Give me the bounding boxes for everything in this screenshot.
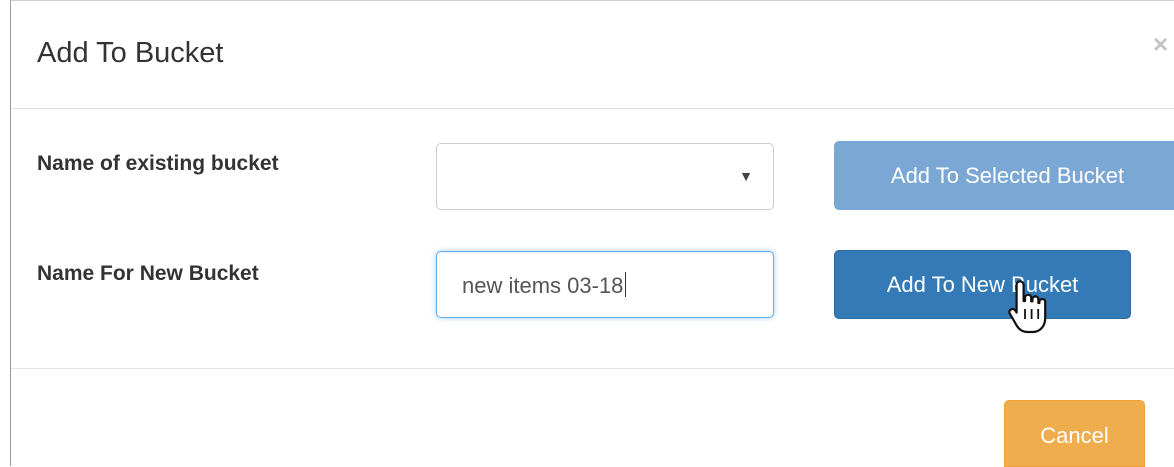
- footer-divider: [11, 368, 1174, 369]
- add-to-selected-bucket-button[interactable]: Add To Selected Bucket: [834, 141, 1174, 210]
- existing-bucket-select[interactable]: ▼: [436, 143, 774, 210]
- chevron-down-icon: ▼: [739, 168, 753, 184]
- new-bucket-name-text: new items 03-18: [462, 273, 624, 298]
- dialog-header: Add To Bucket ×: [11, 1, 1174, 109]
- dialog-title: Add To Bucket: [37, 37, 224, 69]
- new-bucket-name-value: new items 03-18: [462, 272, 627, 299]
- text-caret: [625, 272, 627, 297]
- add-to-bucket-dialog: Add To Bucket × Name of existing bucket …: [10, 0, 1174, 467]
- close-icon[interactable]: ×: [1153, 29, 1168, 59]
- new-bucket-name-input[interactable]: new items 03-18: [436, 251, 774, 318]
- new-bucket-label: Name For New Bucket: [37, 262, 259, 285]
- add-to-new-bucket-button[interactable]: Add To New Bucket: [834, 250, 1131, 319]
- existing-bucket-label: Name of existing bucket: [37, 152, 279, 175]
- hand-pointer-icon: [1008, 280, 1047, 334]
- cancel-button[interactable]: Cancel: [1004, 400, 1145, 467]
